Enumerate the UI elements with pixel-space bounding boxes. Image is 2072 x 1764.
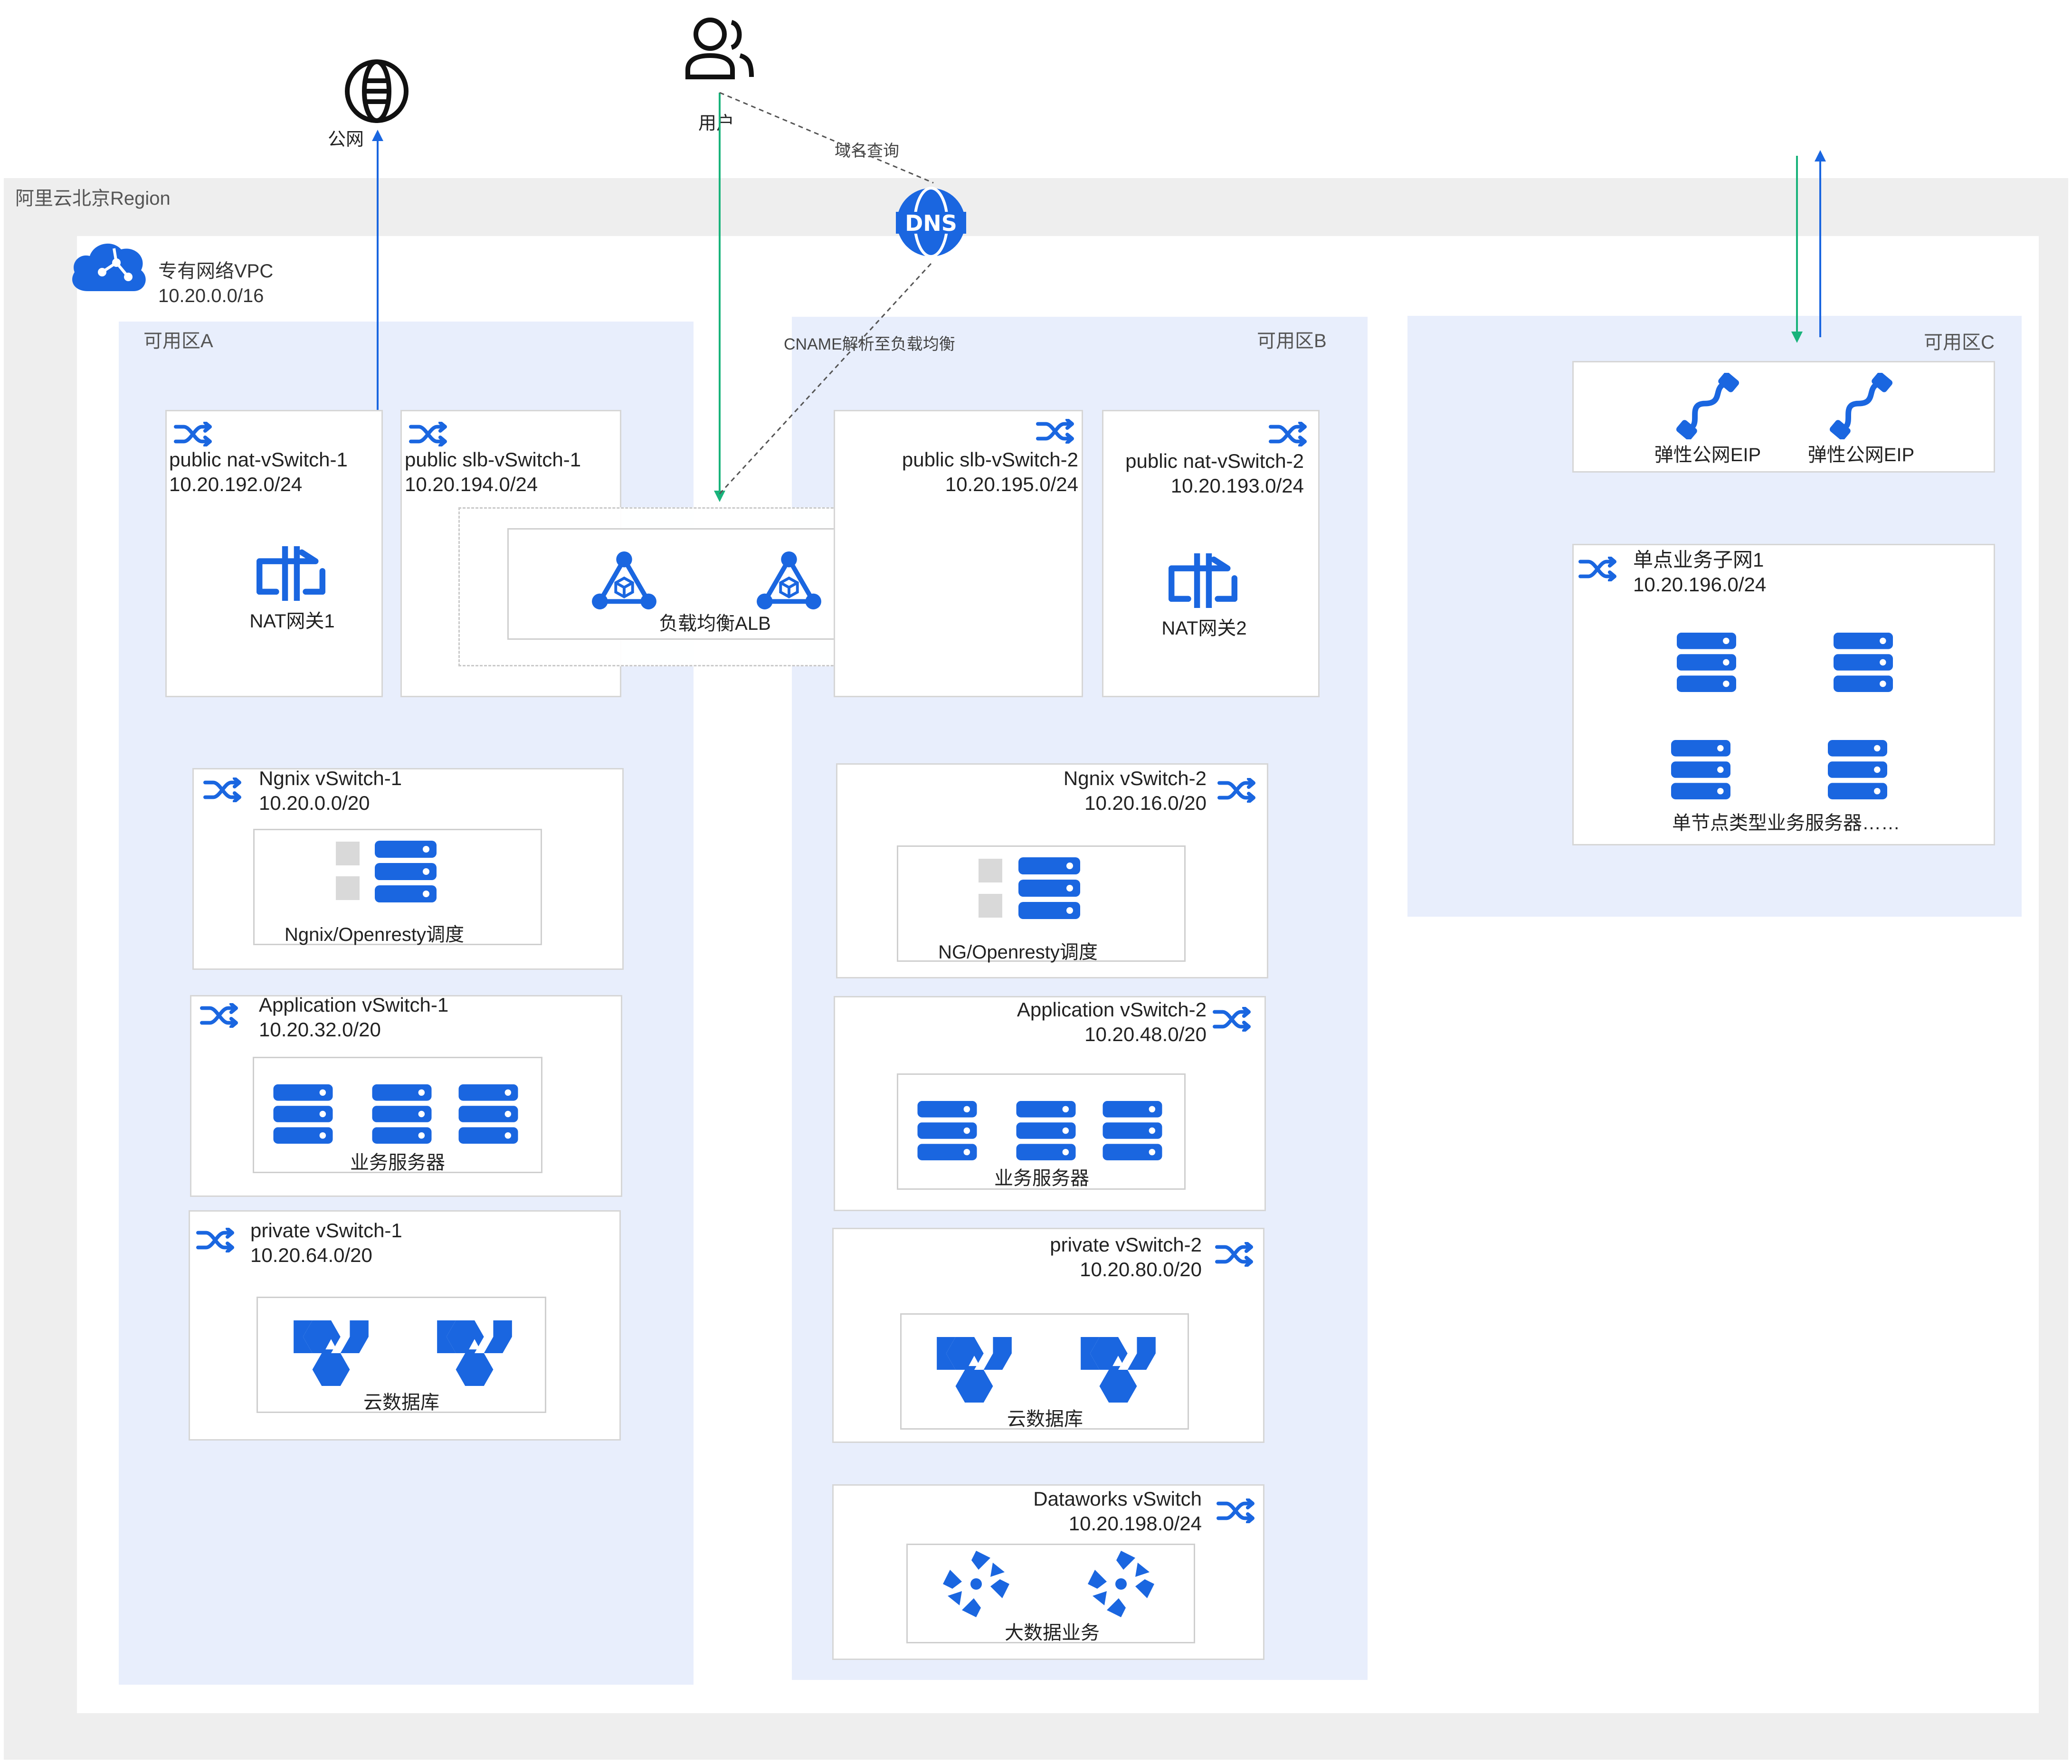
connectors [372,92,1826,502]
user-to-dns-line [719,92,934,184]
dns-to-alb-line [716,263,932,497]
